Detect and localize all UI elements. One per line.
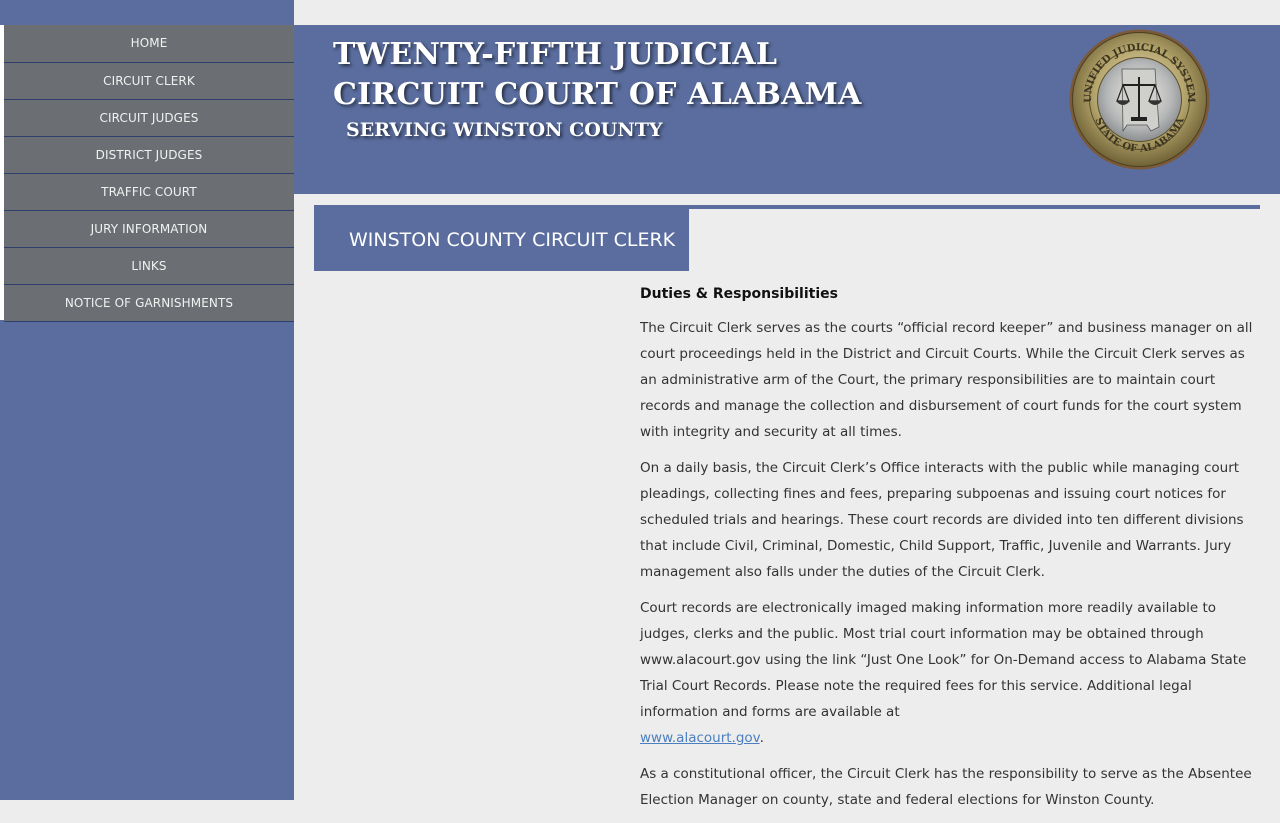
content-paragraph-1: The Circuit Clerk serves as the courts “… [640,320,1253,440]
nav-item-links[interactable]: LINKS [4,248,294,285]
content-heading: Duties & Responsibilities [640,286,838,302]
nav-item-home[interactable]: HOME [4,25,294,63]
seal-emblem-icon: UNIFIED JUDICIAL SYSTEM STATE OF ALABAMA [1069,29,1210,170]
unified-judicial-system-seal: UNIFIED JUDICIAL SYSTEM STATE OF ALABAMA [1067,27,1212,176]
site-title: TWENTY-FIFTH JUDICIAL CIRCUIT COURT OF A… [333,35,861,115]
content-paragraph-3-end: . [759,730,764,746]
nav-item-circuit-judges[interactable]: CIRCUIT JUDGES [4,100,294,137]
site-subtitle: SERVING WINSTON COUNTY [346,119,663,141]
section-title-tab: WINSTON COUNTY CIRCUIT CLERK [314,209,689,271]
site-header: TWENTY-FIFTH JUDICIAL CIRCUIT COURT OF A… [294,25,1280,194]
main-nav: HOME CIRCUIT CLERK CIRCUIT JUDGES DISTRI… [0,25,294,322]
content-paragraph-3: Court records are electronically imaged … [640,595,1265,751]
sidebar: HOME CIRCUIT CLERK CIRCUIT JUDGES DISTRI… [0,0,294,800]
content-paragraph-2: On a daily basis, the Circuit Clerk’s Of… [640,460,1244,580]
content-paragraph-4: As a constitutional officer, the Circuit… [640,766,1252,808]
nav-item-district-judges[interactable]: DISTRICT JUDGES [4,137,294,174]
main-content: Duties & Responsibilities The Circuit Cl… [640,282,1265,823]
site-title-line1: TWENTY-FIFTH JUDICIAL [333,37,778,72]
content-paragraph-3-text: Court records are electronically imaged … [640,600,1247,720]
alacourt-link[interactable]: www.alacourt.gov [640,730,760,746]
nav-item-notice-of-garnishments[interactable]: NOTICE OF GARNISHMENTS [4,285,294,322]
page-title: WINSTON COUNTY CIRCUIT CLERK [349,229,676,251]
nav-item-traffic-court[interactable]: TRAFFIC COURT [4,174,294,211]
nav-item-circuit-clerk[interactable]: CIRCUIT CLERK [4,63,294,100]
site-title-line2: CIRCUIT COURT OF ALABAMA [333,77,862,112]
nav-item-jury-information[interactable]: JURY INFORMATION [4,211,294,248]
